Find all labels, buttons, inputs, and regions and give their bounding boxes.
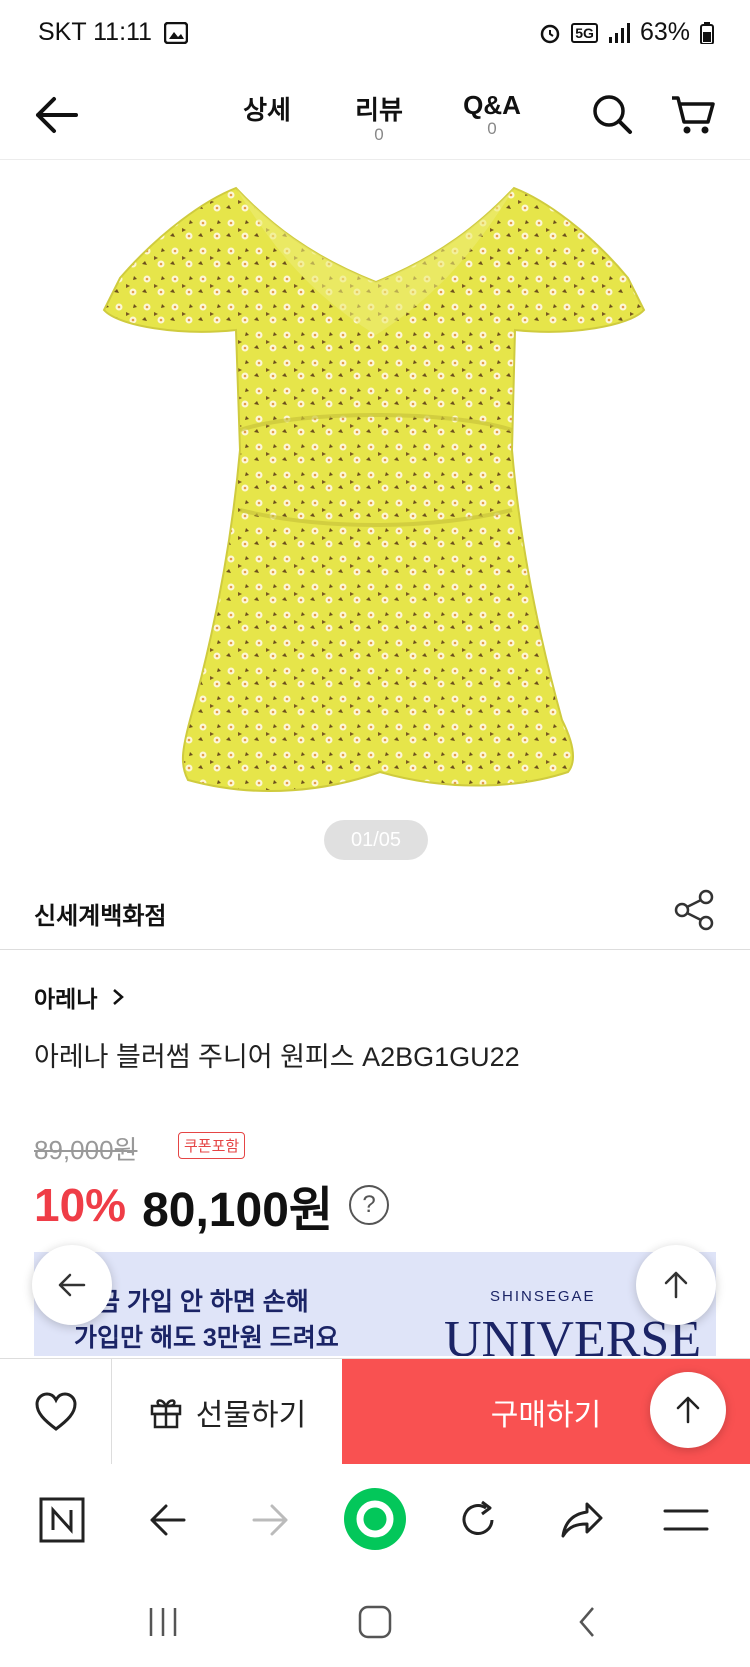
brand-name: 아레나 — [34, 986, 98, 1012]
gallery-icon — [163, 21, 188, 44]
scroll-top-button[interactable] — [650, 1372, 726, 1448]
refresh-button[interactable] — [452, 1494, 504, 1546]
browser-back-button[interactable] — [142, 1494, 194, 1546]
tab-review[interactable]: 리뷰 0 — [344, 90, 414, 145]
naver-home-button[interactable] — [36, 1494, 88, 1546]
tab-detail[interactable]: 상세 — [232, 90, 302, 125]
search-icon — [593, 95, 632, 134]
buy-label: 구매하기 — [490, 1399, 602, 1432]
gift-label: 선물하기 — [195, 1399, 307, 1432]
signal-icon — [608, 22, 630, 43]
yellow-floral-dress-image — [102, 186, 646, 793]
search-button[interactable] — [586, 88, 640, 142]
battery-icon — [700, 21, 714, 44]
naver-green-dot-button[interactable] — [342, 1486, 408, 1552]
tab-label: 상세 — [243, 95, 291, 125]
gift-icon — [150, 1399, 182, 1429]
tab-label: Q&A — [463, 90, 521, 120]
system-back-button[interactable] — [562, 1600, 612, 1644]
carrier-time: SKT 11:11 — [38, 18, 152, 46]
status-left: SKT 11:11 — [38, 18, 188, 47]
home-button[interactable] — [350, 1600, 400, 1644]
brand-link[interactable]: 아레나 — [34, 980, 125, 1014]
banner-brand-small: SHINSEGAE — [490, 1288, 596, 1305]
tab-label: 리뷰 — [355, 95, 403, 125]
share-arrow-icon — [561, 1502, 603, 1538]
prev-floating-button[interactable] — [32, 1245, 112, 1325]
chevron-right-icon — [113, 989, 125, 1005]
arrow-up-icon — [664, 1271, 688, 1299]
store-name[interactable]: 신세계백화점 — [34, 896, 166, 931]
promo-banner[interactable]: 지금 가입 안 하면 손해 가입만 해도 3만원 드려요 SHINSEGAE U… — [34, 1252, 716, 1356]
help-icon[interactable]: ? — [349, 1185, 390, 1225]
browser-forward-button[interactable] — [244, 1494, 296, 1546]
arrow-left-icon — [150, 1504, 186, 1536]
menu-button[interactable] — [660, 1494, 712, 1546]
arrow-left-icon — [58, 1273, 86, 1297]
arrow-left-icon — [36, 97, 78, 133]
wishlist-button[interactable] — [0, 1359, 112, 1465]
original-price: 89,000원 — [34, 1135, 138, 1165]
scroll-top-floating-button[interactable] — [636, 1245, 716, 1325]
arrow-up-icon — [676, 1396, 700, 1424]
store-row: 신세계백화점 — [0, 870, 750, 950]
battery-percent: 63% — [639, 18, 690, 46]
refresh-icon — [462, 1500, 494, 1535]
network-badge: 5G — [571, 22, 598, 43]
purchase-action-bar: 선물하기 구매하기 — [0, 1358, 750, 1465]
status-right: 5G 63% — [539, 18, 714, 47]
green-dot-icon — [344, 1488, 406, 1550]
cart-button[interactable] — [666, 88, 720, 142]
image-counter: 01/05 — [324, 820, 428, 860]
recents-icon — [149, 1608, 177, 1636]
sale-price: 80,100원 — [142, 1184, 334, 1237]
share-icon — [674, 889, 714, 931]
menu-icon — [663, 1509, 709, 1531]
share-page-button[interactable] — [556, 1494, 608, 1546]
tab-count: 0 — [374, 125, 384, 144]
coupon-badge: 쿠폰포함 — [178, 1132, 246, 1159]
discount-rate: 10% — [34, 1179, 127, 1231]
tab-qna[interactable]: Q&A 0 — [452, 90, 532, 139]
arrow-right-icon — [252, 1504, 288, 1536]
product-image[interactable] — [0, 160, 750, 860]
banner-line2: 가입만 해도 3만원 드려요 — [74, 1324, 339, 1352]
alarm-icon — [541, 24, 560, 43]
browser-toolbar — [0, 1464, 750, 1574]
sale-price-row: 10% 80,100원 ? — [34, 1170, 390, 1240]
product-title: 아레나 블러썸 주니어 원피스 A2BG1GU22 — [34, 1042, 520, 1072]
cart-icon — [672, 96, 715, 134]
naver-n-icon — [39, 1497, 85, 1543]
back-button[interactable] — [30, 88, 84, 142]
share-button[interactable] — [672, 888, 716, 932]
status-bar: SKT 11:11 5G 63% — [0, 0, 750, 70]
system-nav-bar — [0, 1574, 750, 1667]
chevron-left-icon — [579, 1607, 594, 1637]
top-nav: 상세 리뷰 0 Q&A 0 — [0, 70, 750, 160]
recents-button[interactable] — [138, 1600, 188, 1644]
gift-button[interactable]: 선물하기 — [112, 1359, 342, 1465]
home-icon — [358, 1605, 392, 1639]
tab-count: 0 — [487, 119, 497, 138]
heart-icon — [34, 1392, 77, 1431]
